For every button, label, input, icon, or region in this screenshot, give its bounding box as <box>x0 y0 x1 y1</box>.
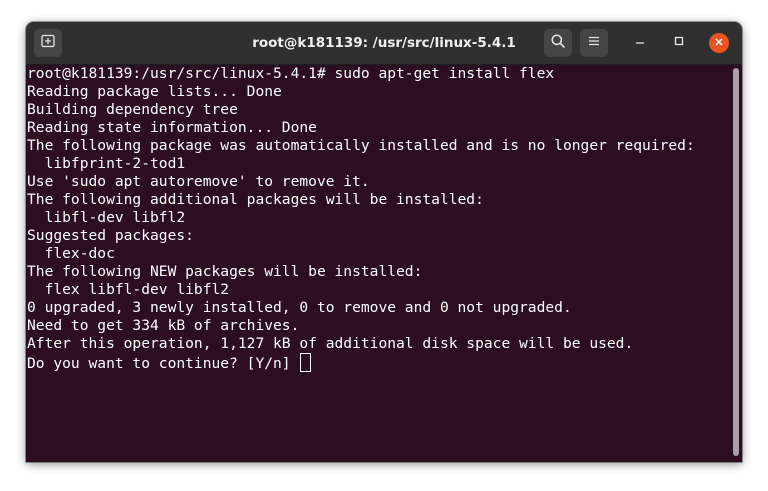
terminal-line: The following NEW packages will be insta… <box>27 263 423 280</box>
terminal-line: Reading state information... Done <box>27 119 317 136</box>
menu-button[interactable] <box>580 29 608 57</box>
terminal-line: Use 'sudo apt autoremove' to remove it. <box>27 173 370 190</box>
terminal-line: flex-doc <box>27 245 115 262</box>
terminal-line: flex libfl-dev libfl2 <box>27 281 230 298</box>
terminal-line: libfprint-2-tod1 <box>27 155 186 172</box>
terminal-line: 0 upgraded, 3 newly installed, 0 to remo… <box>27 299 572 316</box>
terminal-line: Need to get 334 kB of archives. <box>27 317 300 334</box>
terminal-window: root@k181139: /usr/src/linux-5.4.1 root@… <box>26 22 742 462</box>
minimize-button[interactable] <box>630 33 650 53</box>
terminal-line: The following package was automatically … <box>27 137 695 154</box>
terminal-output[interactable]: root@k181139:/usr/src/linux-5.4.1# sudo … <box>26 65 730 462</box>
title-bar[interactable]: root@k181139: /usr/src/linux-5.4.1 <box>26 22 742 65</box>
terminal-line: After this operation, 1,127 kB of additi… <box>27 335 634 352</box>
maximize-icon <box>673 34 685 52</box>
terminal-line: Building dependency tree <box>27 101 238 118</box>
terminal-prompt-line: Do you want to continue? [Y/n] <box>27 353 312 372</box>
text-cursor <box>300 353 312 372</box>
vertical-scrollbar[interactable] <box>733 68 739 456</box>
prompt-question: Do you want to continue? [Y/n] <box>27 355 300 372</box>
terminal-line: root@k181139:/usr/src/linux-5.4.1# sudo … <box>27 65 555 82</box>
search-icon <box>550 33 566 54</box>
maximize-button[interactable] <box>669 33 689 53</box>
terminal-line: Reading package lists... Done <box>27 83 282 100</box>
minimize-icon <box>634 34 646 52</box>
terminal-line: The following additional packages will b… <box>27 191 484 208</box>
terminal-line: Suggested packages: <box>27 227 194 244</box>
close-button[interactable] <box>709 33 729 53</box>
hamburger-menu-icon <box>587 34 601 53</box>
terminal-line: libfl-dev libfl2 <box>27 209 186 226</box>
close-icon <box>714 34 724 52</box>
search-button[interactable] <box>544 29 572 57</box>
